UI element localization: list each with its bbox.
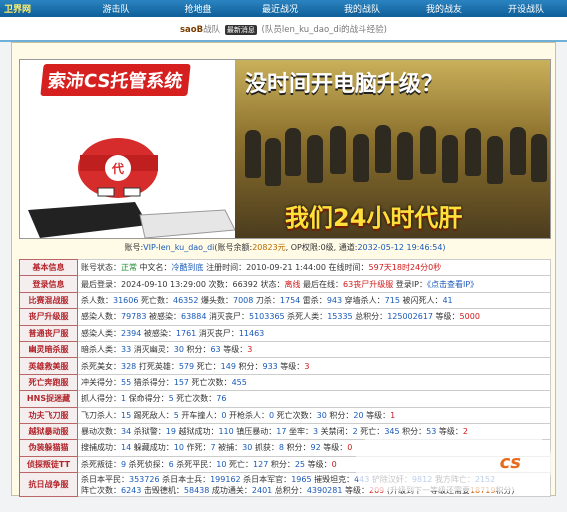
op-level: 0级 <box>320 243 334 252</box>
stats-row: 英雄救美服 杀死美女：328 打死英雄：579 死亡：149 积分：933 等级：… <box>19 357 551 375</box>
nav-my-team[interactable]: 我的战队 <box>321 2 403 15</box>
account-balance: 20823元 <box>252 243 286 252</box>
stats-row: 幽灵暗杀服 暗杀人类：33 消灭幽灵：30 积分：63 等级：3 <box>19 340 551 359</box>
stats-row-label[interactable]: 基本信息 <box>19 258 78 277</box>
top-nav: 卫界网 游击队 抢地盘 最近战况 我的战队 我的战友 开设战队 <box>0 0 567 17</box>
stats-row-label[interactable]: 越狱暴动服 <box>19 422 78 441</box>
stats-row-label[interactable]: 幽灵暗杀服 <box>19 340 78 359</box>
team-suffix: 战队 <box>203 25 221 35</box>
stats-row-values: 感染人数：79783 被感染：63884 消灭丧尸：5103365 杀死人类：1… <box>77 308 551 326</box>
stats-row: 登录信息 最后登录：2024-09-10 13:29:00 次数：66392 状态… <box>19 275 551 293</box>
stats-row-values: 最后登录：2024-09-10 13:29:00 次数：66392 状态：离线 … <box>77 275 551 293</box>
stats-row: 丧尸升级服 感染人数：79783 被感染：63884 消灭丧尸：5103365 杀… <box>19 308 551 326</box>
expire-date: 2032-05-12 19:46:54) <box>357 243 446 252</box>
team-link[interactable]: saoB <box>180 25 203 35</box>
nav-my-friends[interactable]: 我的战友 <box>403 2 485 15</box>
stats-row-values: 感染人类：2394 被感染：1761 消灭丧尸：11463 <box>77 324 551 342</box>
stats-row: 基本信息 账号状态：正常 中文名：冷酷到底 注册时间：2010-09-21 1:4… <box>19 258 551 277</box>
nav-create-team[interactable]: 开设战队 <box>485 2 567 15</box>
banner-mascot-area: 索沛CS托管系统 代 <box>20 60 235 238</box>
member-exp-text: (队员len_ku_dao_di的战斗经验) <box>261 25 388 35</box>
stats-row-label[interactable]: 侦探叛徒TT <box>19 455 78 474</box>
news-badge: 最新消息 <box>224 25 257 35</box>
ad-banner[interactable]: 索沛CS托管系统 代 没时间开电脑升级？ 我们24小时代肝 <box>19 59 551 239</box>
stats-row-label[interactable]: HNS捉迷藏 <box>19 390 78 408</box>
stats-row-label[interactable]: 功夫飞刀服 <box>19 406 78 424</box>
svg-text:代: 代 <box>111 161 124 176</box>
stats-row-label[interactable]: 丧尸升级服 <box>19 308 78 326</box>
stats-row: 死亡奔跑服 冲关得分：55 猎杀得分：157 死亡次数：455 <box>19 373 551 392</box>
watermark-logo: cs <box>499 452 521 473</box>
stats-row-label[interactable]: 普通丧尸服 <box>19 324 78 342</box>
stats-row: HNS捉迷藏 抓人得分：1 保命得分：5 死亡次数：76 <box>19 390 551 408</box>
mascot-illustration: 代 <box>28 138 235 238</box>
stats-row-values: 冲关得分：55 猎杀得分：157 死亡次数：455 <box>77 373 551 392</box>
banner-soldiers-area: 没时间开电脑升级？ 我们24小时代肝 <box>235 60 550 238</box>
stats-row-label[interactable]: 抗日战争服 <box>19 472 78 498</box>
stats-row-values: 账号状态：正常 中文名：冷酷到底 注册时间：2010-09-21 1:44:00… <box>77 258 551 277</box>
stats-row-values: 暗杀人类：33 消灭幽灵：30 积分：63 等级：3 <box>77 340 551 359</box>
banner-headline: 没时间开电脑升级？ <box>245 72 444 97</box>
site-watermark: cs <box>356 436 551 491</box>
stats-row-label[interactable]: 英雄救美服 <box>19 357 78 375</box>
stats-row-values: 杀死美女：328 打死英雄：579 死亡：149 积分：933 等级：3 <box>77 357 551 375</box>
stats-row-label[interactable]: 比赛混战服 <box>19 291 78 310</box>
banner-subline: 我们24小时代肝 <box>285 204 463 232</box>
stats-row-label[interactable]: 登录信息 <box>19 275 78 293</box>
brand-logo[interactable]: 卫界网 <box>0 2 75 15</box>
nav-guerrilla[interactable]: 游击队 <box>75 2 157 15</box>
page: 卫界网 游击队 抢地盘 最近战况 我的战队 我的战友 开设战队 saoB战队 最… <box>0 0 567 512</box>
stats-row-values: 抓人得分：1 保命得分：5 死亡次数：76 <box>77 390 551 408</box>
stats-row: 比赛混战服 杀人数：31606 死亡数：46352 爆头数：7008 刀杀：175… <box>19 291 551 310</box>
account-name: VIP-len_ku_dao_di <box>143 243 215 252</box>
account-summary: 账号:VIP-len_ku_dao_di(账号余额:20823元, OP权限:0… <box>124 243 446 252</box>
profile-panel: 索沛CS托管系统 代 没时间开电脑升级？ 我们24小时代肝 账号:VIP-len… <box>11 42 556 498</box>
stats-row-label[interactable]: 伪装躲猫猫 <box>19 439 78 457</box>
breadcrumb: saoB战队 最新消息 (队员len_ku_dao_di的战斗经验) <box>0 23 567 35</box>
nav-grab-territory[interactable]: 抢地盘 <box>157 2 239 15</box>
nav-recent-battles[interactable]: 最近战况 <box>239 2 321 15</box>
stats-row-values: 飞刀杀人：15 踢死敌人：5 开车撞人：0 开枪杀人：0 死亡次数：30 积分：… <box>77 406 551 424</box>
stats-row: 功夫飞刀服 飞刀杀人：15 踢死敌人：5 开车撞人：0 开枪杀人：0 死亡次数：3… <box>19 406 551 424</box>
stats-row-values: 杀人数：31606 死亡数：46352 爆头数：7008 刀杀：1754 雷杀：… <box>77 291 551 310</box>
breadcrumb-bar: saoB战队 最新消息 (队员len_ku_dao_di的战斗经验) <box>0 17 567 42</box>
stats-row: 普通丧尸服 感染人类：2394 被感染：1761 消灭丧尸：11463 <box>19 324 551 342</box>
stats-row-label[interactable]: 死亡奔跑服 <box>19 373 78 392</box>
